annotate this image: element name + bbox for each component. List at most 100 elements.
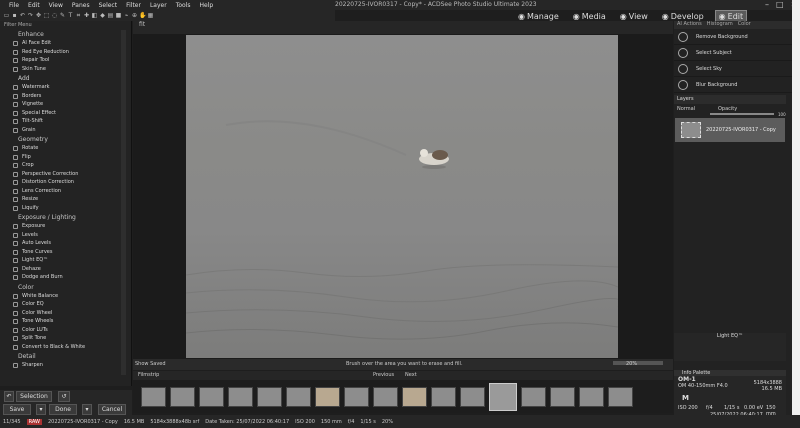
filter-item[interactable]: Distortion Correction — [0, 178, 131, 187]
filmstrip-thumbnail[interactable] — [344, 386, 369, 407]
menu-layer[interactable]: Layer — [150, 2, 167, 9]
filmstrip-thumbnail[interactable] — [257, 386, 282, 407]
ai-action-item[interactable]: Remove Background — [674, 29, 792, 45]
ai-action-item[interactable]: Select Sky — [674, 61, 792, 77]
filter-item[interactable]: Color LUTs — [0, 326, 131, 335]
menu-filter[interactable]: Filter — [126, 2, 141, 9]
eyedropper-icon[interactable]: ⌁ — [123, 12, 130, 19]
filter-item[interactable]: Red Eye Reduction — [0, 48, 131, 57]
select-icon[interactable]: ⬚ — [43, 12, 50, 19]
tab-histogram[interactable]: Histogram — [707, 21, 733, 29]
color-swatch-icon[interactable]: ■ — [115, 12, 122, 19]
cancel-button[interactable]: Cancel — [98, 404, 126, 415]
filmstrip-thumbnail[interactable] — [608, 386, 633, 407]
filter-item[interactable]: Convert to Black & White — [0, 343, 131, 352]
menu-tools[interactable]: Tools — [176, 2, 191, 9]
opacity-slider[interactable] — [710, 113, 774, 115]
menu-select[interactable]: Select — [99, 2, 118, 9]
filmstrip-thumbnail[interactable] — [489, 382, 517, 411]
filter-item[interactable]: AI Face Edit — [0, 39, 131, 48]
filter-scrollbar[interactable] — [121, 30, 126, 375]
save-button[interactable]: Save — [3, 404, 31, 415]
filter-item[interactable]: Grain — [0, 126, 131, 135]
ai-action-item[interactable]: Select Subject — [674, 45, 792, 61]
filmstrip-thumbnail[interactable] — [431, 386, 456, 407]
filter-item[interactable]: Dehaze — [0, 265, 131, 274]
dropdown-icon[interactable]: ▾ — [36, 404, 46, 415]
zoom-slider[interactable] — [613, 361, 663, 365]
minimize-icon[interactable]: – — [765, 0, 769, 9]
mode-view[interactable]: ◉ View — [617, 11, 651, 22]
filter-item[interactable]: Repair Tool — [0, 56, 131, 65]
menu-help[interactable]: Help — [199, 2, 213, 9]
filter-item[interactable]: Color Wheel — [0, 309, 131, 318]
fill-icon[interactable]: ◆ — [99, 12, 106, 19]
layer-row[interactable]: 20220725-IVOR0317 - Copy — [675, 118, 785, 142]
menu-file[interactable]: File — [9, 2, 19, 9]
move-icon[interactable]: ✥ — [35, 12, 42, 19]
filmstrip-thumbnail[interactable] — [521, 386, 546, 407]
filter-item[interactable]: Color EQ — [0, 300, 131, 309]
filter-item[interactable]: Borders — [0, 92, 131, 101]
filmstrip-thumbnail[interactable] — [550, 386, 575, 407]
maximize-icon[interactable]: □ — [776, 0, 784, 9]
filmstrip-thumbnail[interactable] — [199, 386, 224, 407]
section-color[interactable]: Color — [0, 282, 131, 292]
opacity-value[interactable]: 100 — [778, 112, 786, 117]
filmstrip-thumbnail[interactable] — [315, 386, 340, 407]
filter-item[interactable]: Crop — [0, 161, 131, 170]
hand-icon[interactable]: ✋ — [139, 12, 146, 19]
filmstrip-thumbnail[interactable] — [402, 386, 427, 407]
zoom-fit-label[interactable]: fit — [139, 21, 145, 28]
filter-item[interactable]: Special Effect — [0, 109, 131, 118]
filter-item[interactable]: Auto Levels — [0, 239, 131, 248]
filter-item[interactable]: Lens Correction — [0, 187, 131, 196]
eraser-icon[interactable]: ◧ — [91, 12, 98, 19]
redo-icon[interactable]: ↷ — [27, 12, 34, 19]
reset-button[interactable]: ↺ — [58, 391, 70, 402]
section-exposure-lighting[interactable]: Exposure / Lighting — [0, 212, 131, 222]
selection-button[interactable]: Selection — [16, 391, 52, 402]
text-icon[interactable]: T — [67, 12, 74, 19]
filter-item[interactable]: Tone Wheels — [0, 317, 131, 326]
gradient-icon[interactable]: ▤ — [107, 12, 114, 19]
heal-icon[interactable]: ✚ — [83, 12, 90, 19]
undo-button[interactable]: ↶ — [4, 391, 14, 402]
light-eq-label[interactable]: Light EQ™ — [717, 333, 743, 339]
save-icon[interactable]: ▪ — [11, 12, 18, 19]
mode-media[interactable]: ◉ Media — [570, 11, 609, 22]
filter-item[interactable]: Dodge and Burn — [0, 273, 131, 282]
filmstrip-thumbnail[interactable] — [141, 386, 166, 407]
menu-edit[interactable]: Edit — [28, 2, 40, 9]
ai-action-item[interactable]: Blur Background — [674, 77, 792, 93]
section-geometry[interactable]: Geometry — [0, 134, 131, 144]
filter-item[interactable]: Light EQ™ — [0, 256, 131, 265]
filter-item[interactable]: Perspective Correction — [0, 170, 131, 179]
filmstrip-thumbnail[interactable] — [286, 386, 311, 407]
filter-item[interactable]: Vignette — [0, 100, 131, 109]
crop-icon[interactable]: ⌗ — [75, 12, 82, 19]
menu-panes[interactable]: Panes — [72, 2, 90, 9]
menu-view[interactable]: View — [49, 2, 63, 9]
filter-item[interactable]: Skin Tune — [0, 65, 131, 74]
mode-manage[interactable]: ◉ Manage — [515, 11, 562, 22]
filter-item[interactable]: Tilt-Shift — [0, 117, 131, 126]
brush-icon[interactable]: ✎ — [59, 12, 66, 19]
previous-button[interactable]: Previous — [373, 372, 394, 378]
filmstrip-thumbnail[interactable] — [228, 386, 253, 407]
filter-item[interactable]: White Balance — [0, 292, 131, 301]
undo-icon[interactable]: ↶ — [19, 12, 26, 19]
filmstrip-thumbnail[interactable] — [373, 386, 398, 407]
filter-item[interactable]: Watermark — [0, 83, 131, 92]
next-button[interactable]: Next — [405, 372, 417, 378]
filter-item[interactable]: Split Tone — [0, 334, 131, 343]
section-add[interactable]: Add — [0, 73, 131, 83]
filmstrip-thumbnail[interactable] — [170, 386, 195, 407]
filter-item[interactable]: Sharpen — [0, 361, 131, 370]
tab-ai-actions[interactable]: AI Actions — [677, 21, 702, 29]
tab-color[interactable]: Color — [738, 21, 751, 29]
filter-item[interactable]: Exposure — [0, 222, 131, 231]
filter-item[interactable]: Liquify — [0, 204, 131, 213]
filter-item[interactable]: Flip — [0, 153, 131, 162]
show-saved-button[interactable]: Show Saved — [135, 361, 166, 367]
